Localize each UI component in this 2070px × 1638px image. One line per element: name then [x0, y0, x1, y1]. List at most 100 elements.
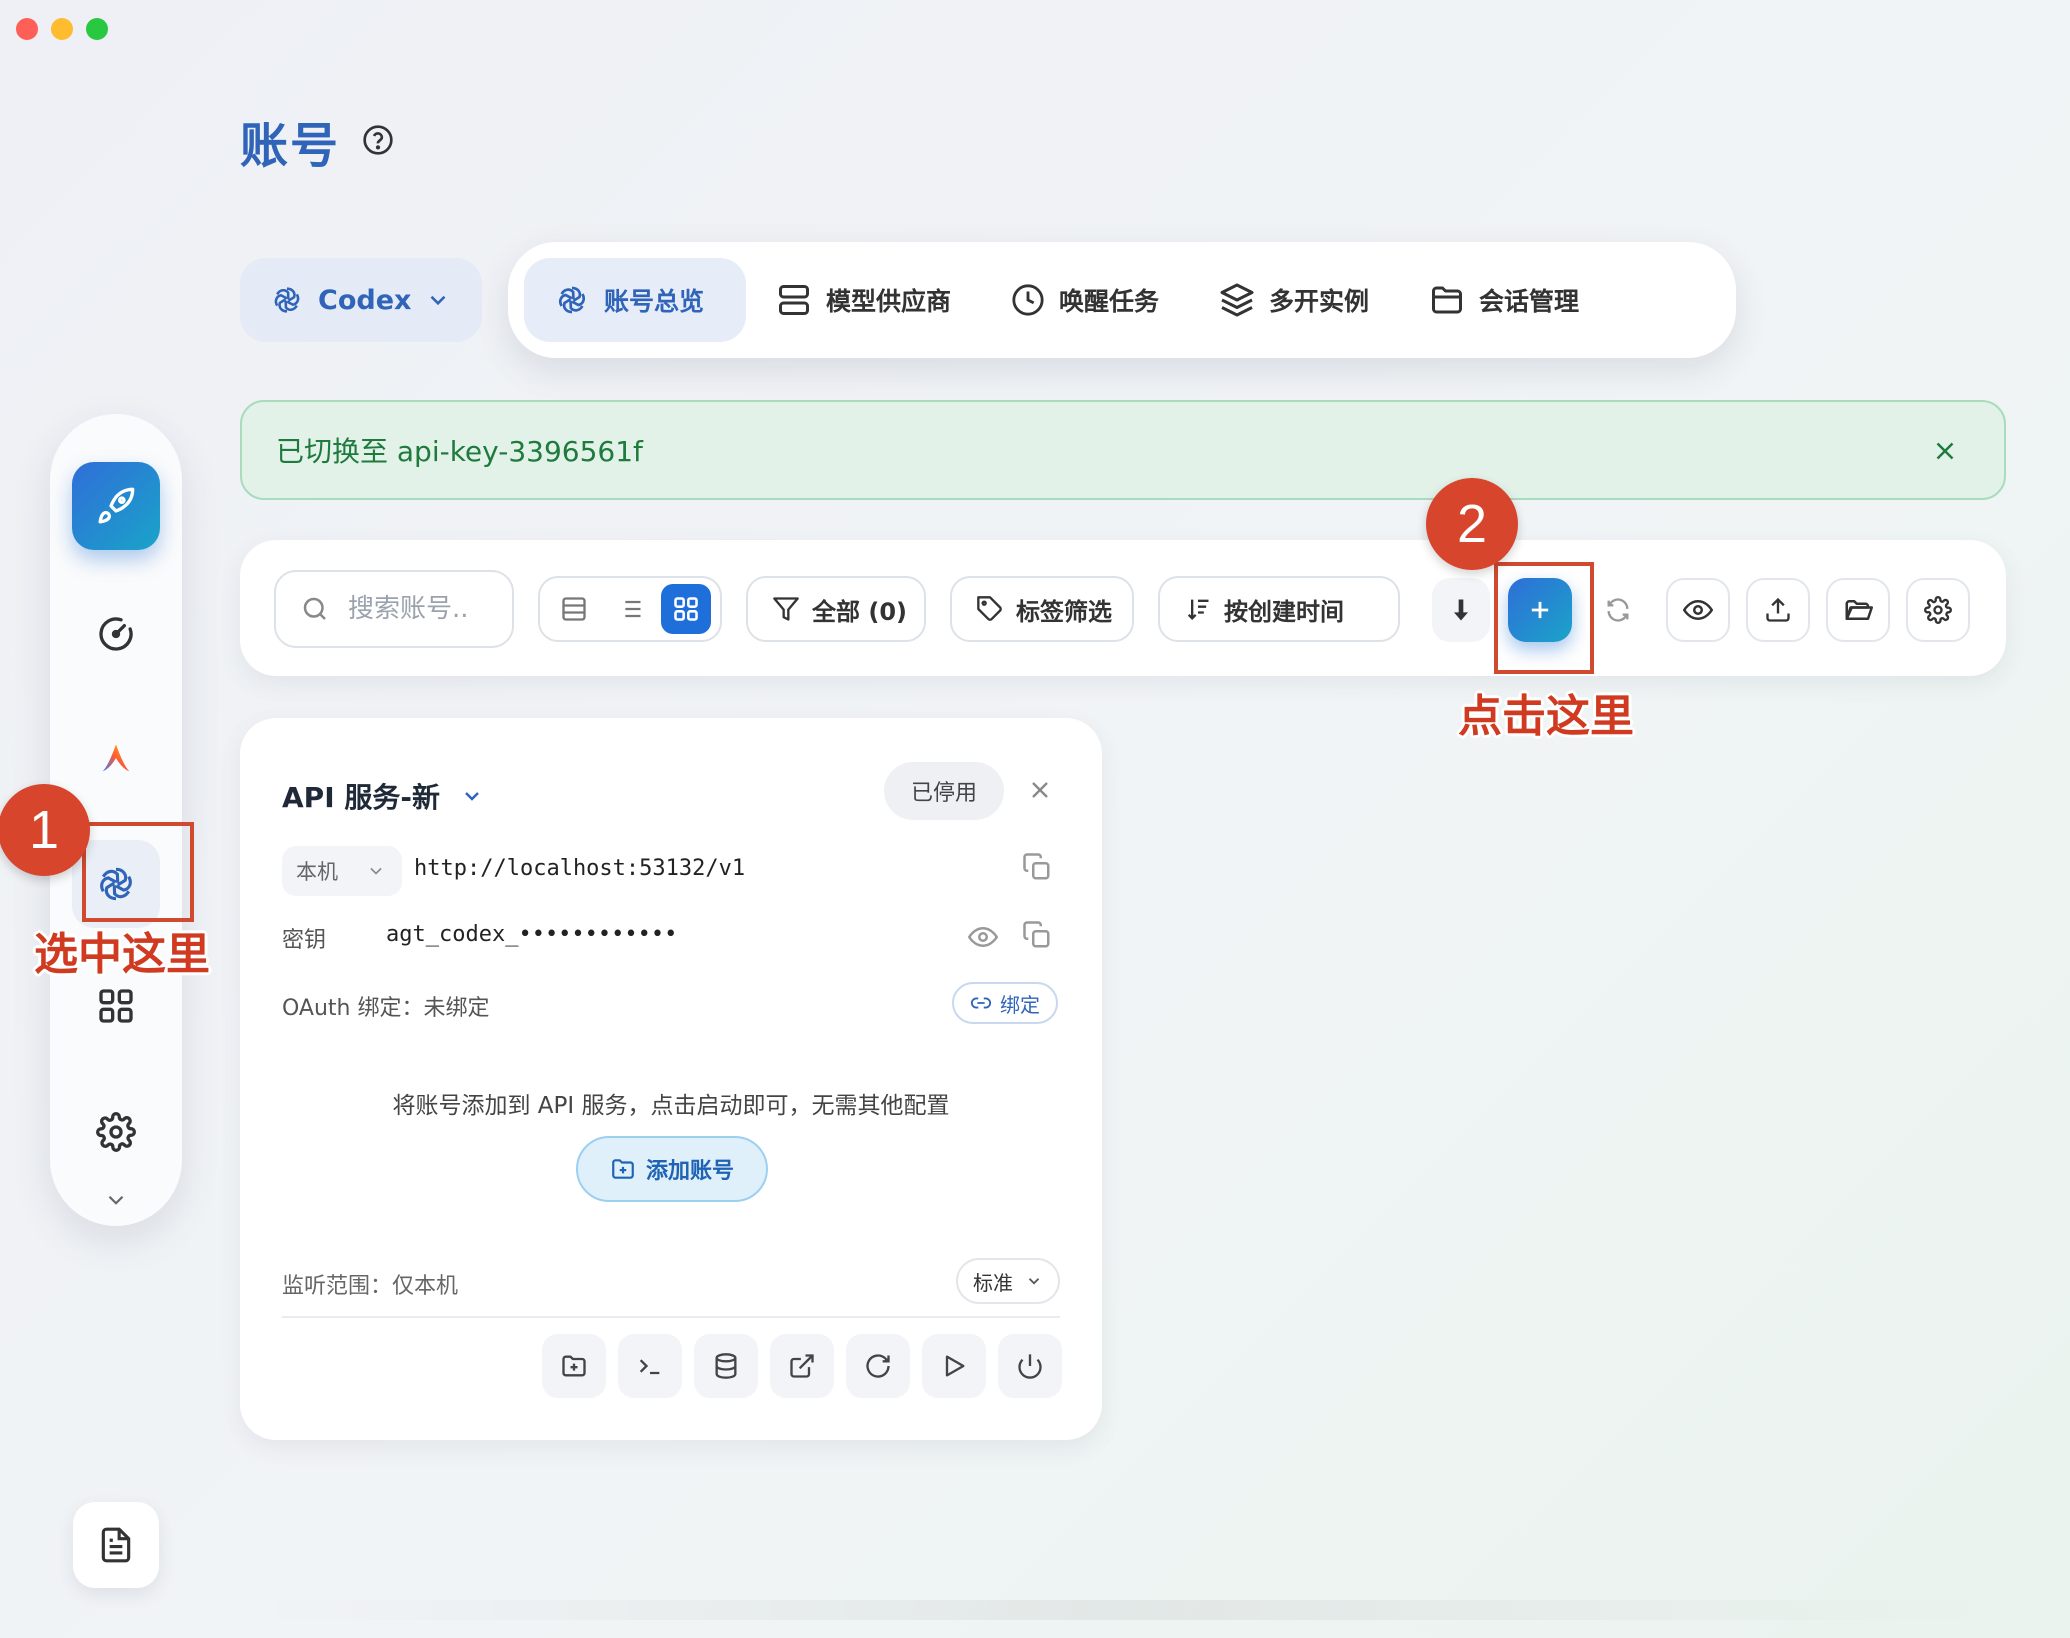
- window-controls: [16, 18, 108, 40]
- bind-label: 绑定: [1000, 992, 1040, 1017]
- level-select[interactable]: 标准: [956, 1258, 1060, 1304]
- view-table-button[interactable]: [549, 584, 599, 634]
- open-external-action[interactable]: [770, 1334, 834, 1398]
- service-url: http://localhost:53132/v1: [414, 856, 746, 881]
- chevron-down-icon: [370, 867, 382, 875]
- gear-icon: [1924, 596, 1952, 624]
- tab-wakeup-tasks[interactable]: 唤醒任务: [981, 258, 1189, 342]
- annotation-text-2: 点击这里: [1458, 691, 1634, 742]
- openai-icon: [272, 286, 302, 314]
- window-bottom-shadow: [240, 1600, 2006, 1620]
- database-action[interactable]: [694, 1334, 758, 1398]
- success-alert: 已切换至 api-key-3396561f: [240, 400, 2006, 500]
- tab-label: 账号总览: [604, 287, 705, 316]
- search-icon: [303, 597, 326, 620]
- terminal-action[interactable]: [618, 1334, 682, 1398]
- chevron-down-icon: [465, 792, 479, 801]
- list-icon: [619, 600, 641, 618]
- view-grid-button[interactable]: [661, 584, 711, 634]
- power-icon: [1018, 1354, 1042, 1379]
- tab-label: 唤醒任务: [1059, 287, 1160, 316]
- tab-account-overview[interactable]: 账号总览: [524, 258, 746, 342]
- close-icon: [1032, 782, 1048, 798]
- account-toolbar: 全部 (0) 标签筛选 按创建时间: [240, 540, 2006, 676]
- close-icon: [1936, 442, 1954, 460]
- platform-label: Codex: [318, 284, 412, 316]
- toolbar-settings-button[interactable]: [1906, 578, 1970, 642]
- close-window-button[interactable]: [16, 18, 38, 40]
- card-title-dropdown[interactable]: API 服务-新: [282, 776, 484, 816]
- annotation-badge-2: 2: [1426, 478, 1518, 570]
- help-icon[interactable]: [362, 124, 394, 156]
- chevron-down-icon: [1028, 1278, 1040, 1285]
- toggle-visibility-button[interactable]: [1666, 578, 1730, 642]
- export-button[interactable]: [1746, 578, 1810, 642]
- oauth-status: OAuth 绑定：未绑定: [282, 996, 490, 1021]
- tag-filter-label: 标签筛选: [1016, 597, 1112, 626]
- terminal-icon: [639, 1359, 660, 1375]
- bind-button[interactable]: 绑定: [952, 982, 1058, 1024]
- host-select[interactable]: 本机: [282, 846, 402, 896]
- tab-multi-instance[interactable]: 多开实例: [1189, 258, 1399, 342]
- key-label: 密钥: [282, 928, 327, 953]
- open-folder-button[interactable]: [1826, 578, 1890, 642]
- view-mode-toggle: [538, 576, 722, 642]
- database-icon: [715, 1353, 737, 1379]
- add-account-label: 添加账号: [645, 1159, 734, 1184]
- tag-icon: [977, 596, 1002, 621]
- sidebar-item-dashboard[interactable]: [72, 590, 160, 678]
- reveal-key-button[interactable]: [968, 922, 998, 952]
- eye-icon: [968, 926, 998, 948]
- sidebar-expand-button[interactable]: [72, 1170, 160, 1230]
- refresh-icon: [1607, 598, 1629, 622]
- minimize-window-button[interactable]: [51, 18, 73, 40]
- search-input[interactable]: [348, 594, 488, 624]
- status-badge[interactable]: 已停用: [884, 762, 1004, 820]
- tab-label: 会话管理: [1479, 287, 1580, 316]
- copy-key-button[interactable]: [1022, 920, 1052, 950]
- sort-direction-button[interactable]: [1432, 578, 1490, 642]
- grid-icon: [674, 597, 698, 621]
- tab-label: 多开实例: [1269, 287, 1370, 316]
- tag-filter-button[interactable]: 标签筛选: [950, 576, 1134, 642]
- platform-select[interactable]: Codex: [240, 258, 482, 342]
- refresh-button[interactable]: [1586, 578, 1650, 642]
- sidebar-item-launch[interactable]: [72, 462, 160, 550]
- sort-label: 按创建时间: [1224, 597, 1344, 626]
- annotation-badge-1: 1: [0, 784, 90, 876]
- alert-close-button[interactable]: [1930, 436, 1960, 466]
- start-action[interactable]: [922, 1334, 986, 1398]
- logs-button[interactable]: [73, 1502, 159, 1588]
- copy-icon: [1023, 921, 1050, 948]
- tab-label: 模型供应商: [826, 287, 952, 316]
- tab-model-providers[interactable]: 模型供应商: [746, 258, 981, 342]
- card-title: API 服务-新: [282, 781, 440, 814]
- copy-url-button[interactable]: [1022, 852, 1052, 882]
- view-list-button[interactable]: [605, 584, 655, 634]
- sidebar-item-antigravity[interactable]: [72, 714, 160, 802]
- folder-icon: [1432, 286, 1463, 314]
- chevron-down-icon: [431, 295, 446, 306]
- filter-all-button[interactable]: 全部 (0): [746, 576, 926, 642]
- tab-session-management[interactable]: 会话管理: [1399, 258, 1609, 342]
- tab-bar: 账号总览 模型供应商 唤醒任务 多开实例 会话管理: [508, 242, 1736, 358]
- refresh-icon: [866, 1354, 890, 1378]
- card-close-button[interactable]: [1026, 776, 1054, 804]
- restart-action[interactable]: [846, 1334, 910, 1398]
- sort-icon: [1187, 599, 1209, 620]
- document-icon: [101, 1527, 131, 1563]
- chevron-down-icon: [108, 1195, 124, 1205]
- sort-button[interactable]: 按创建时间: [1158, 576, 1400, 642]
- level-label: 标准: [973, 1270, 1013, 1295]
- maximize-window-button[interactable]: [86, 18, 108, 40]
- folder-plus-icon: [562, 1355, 586, 1377]
- open-folder-action[interactable]: [542, 1334, 606, 1398]
- rocket-icon: [98, 487, 135, 524]
- copy-icon: [1023, 853, 1050, 880]
- sidebar-item-settings[interactable]: [72, 1088, 160, 1176]
- empty-hint: 将账号添加到 API 服务，点击启动即可，无需其他配置: [392, 1093, 950, 1119]
- search-box: [274, 570, 514, 648]
- api-service-card: API 服务-新 已停用 本机 http://localhost:53132/v…: [240, 718, 1102, 1440]
- power-action[interactable]: [998, 1334, 1062, 1398]
- add-account-to-service-button[interactable]: 添加账号: [576, 1136, 768, 1202]
